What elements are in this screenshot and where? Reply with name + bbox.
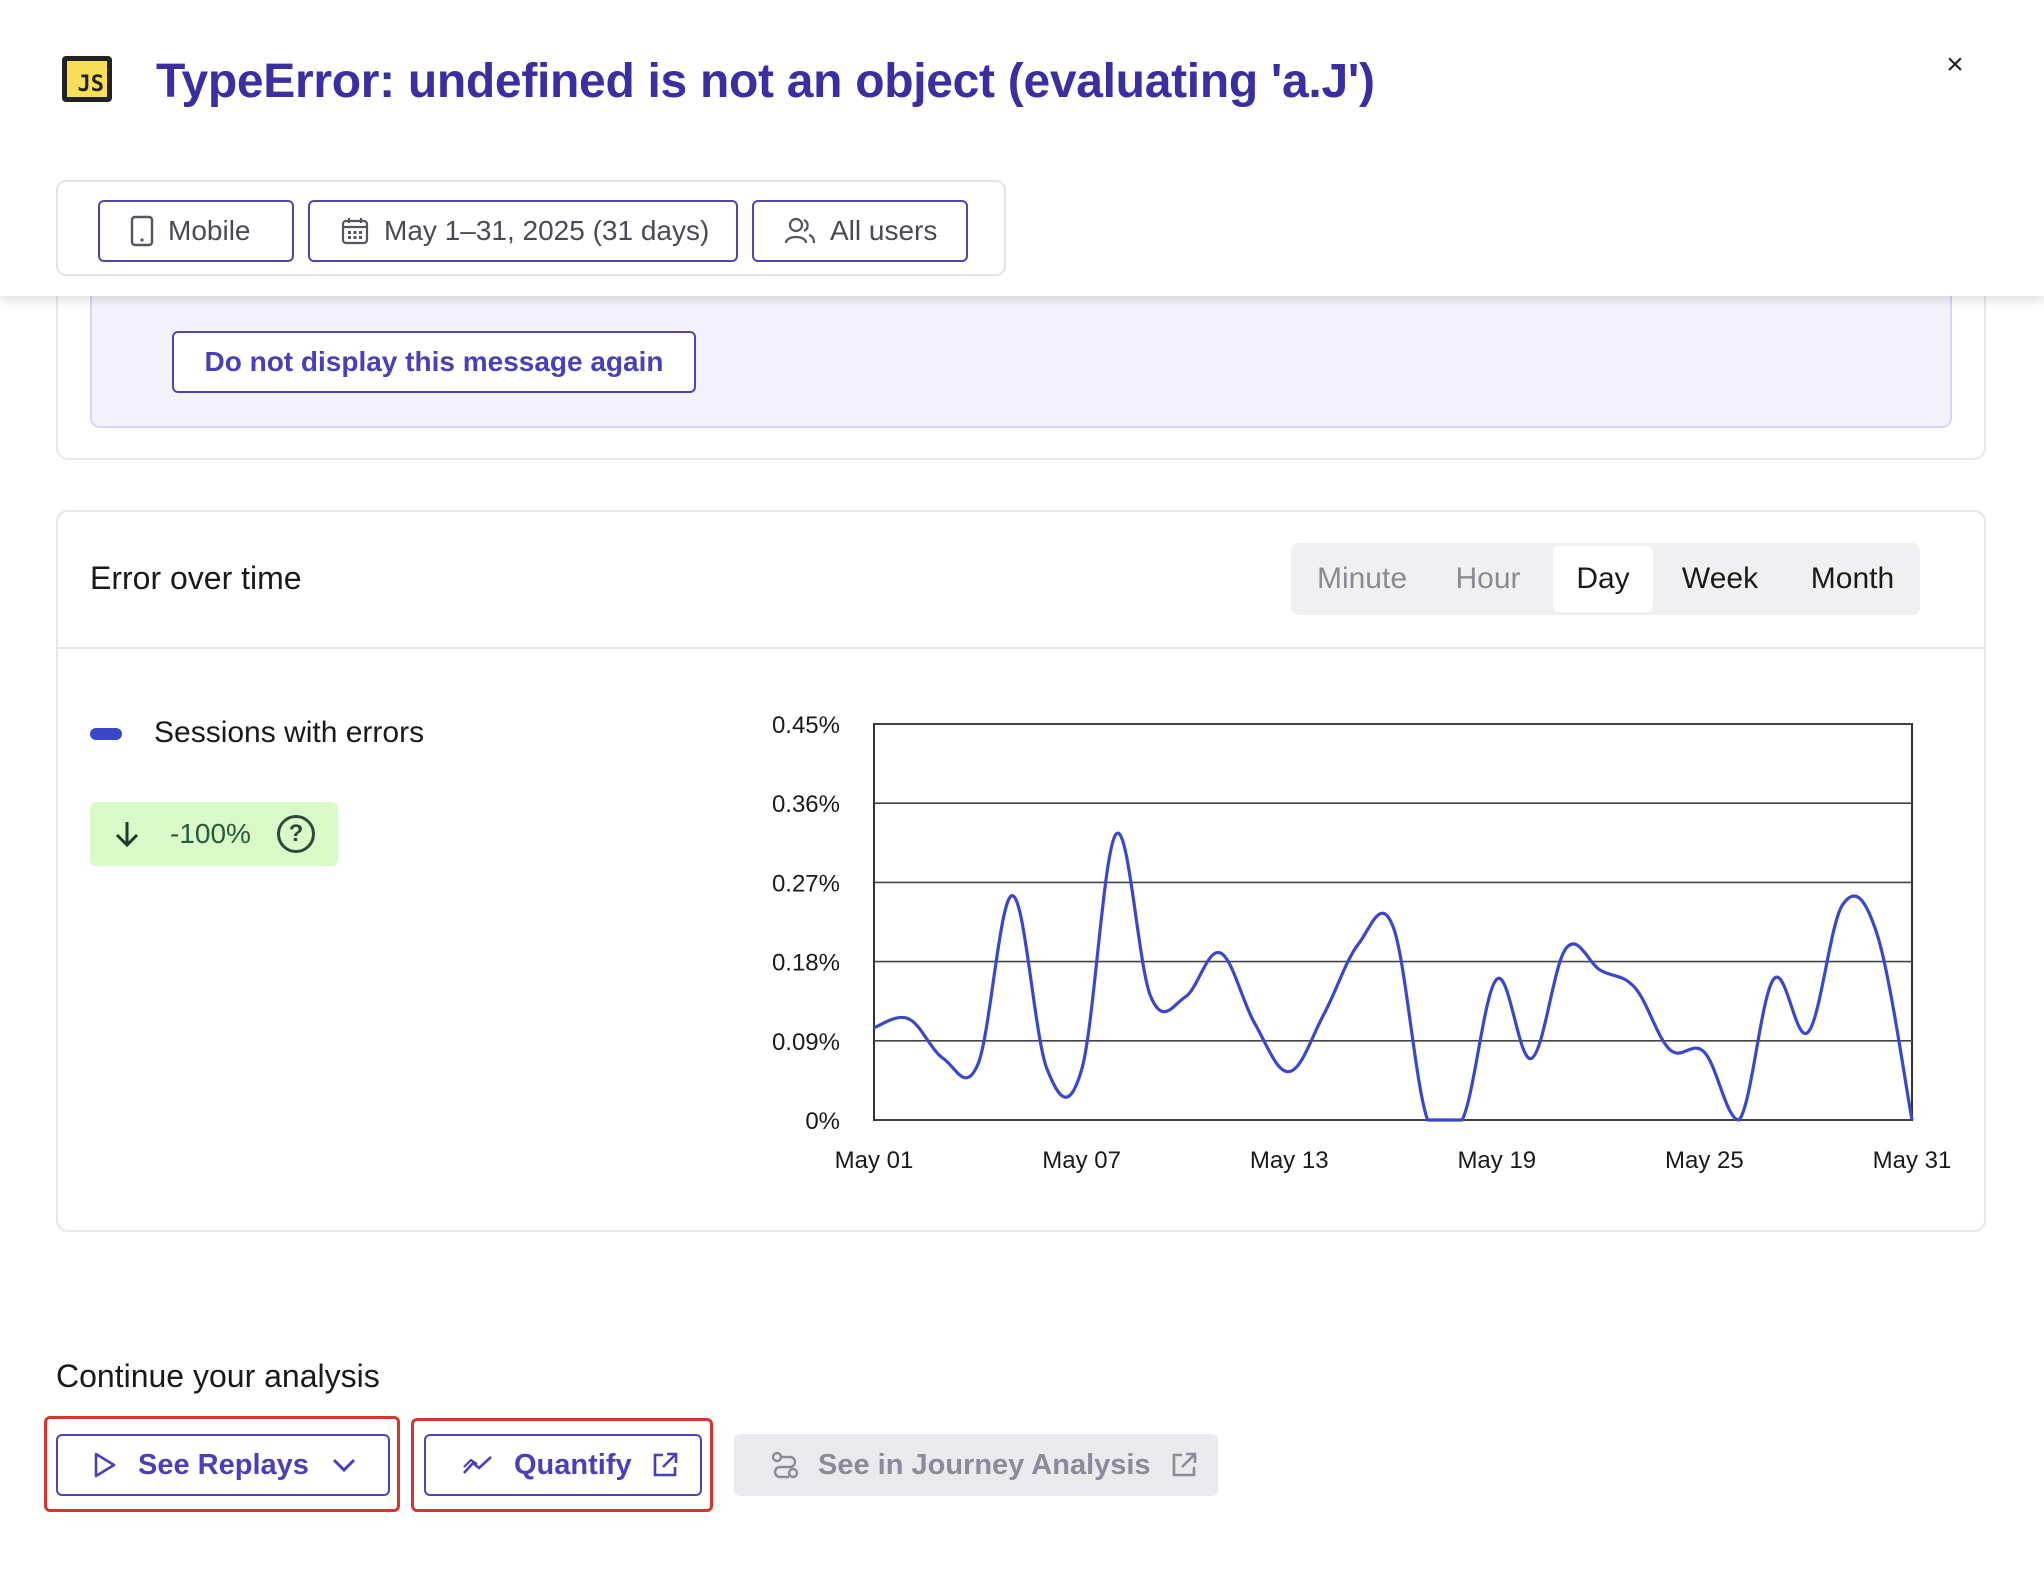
js-logo-text: JS xyxy=(77,72,105,97)
legend-swatch xyxy=(90,728,122,740)
arrow-down-icon xyxy=(112,818,146,850)
trend-value: -100% xyxy=(170,818,251,849)
y-tick-label: 0.27% xyxy=(772,870,840,897)
error-title: TypeError: undefined is not an object (e… xyxy=(156,55,1375,108)
granularity-selector: Minute Hour Day Week Month xyxy=(1291,543,1920,615)
granularity-hour[interactable]: Hour xyxy=(1433,543,1543,615)
quantify-button[interactable]: Quantify xyxy=(424,1434,702,1496)
trend-chart-icon xyxy=(463,1456,492,1474)
dismiss-message-button[interactable]: Do not display this message again xyxy=(172,331,696,393)
js-logo: JS xyxy=(62,56,112,102)
users-icon xyxy=(784,217,816,244)
external-link-icon xyxy=(653,1452,677,1477)
x-tick-label: May 07 xyxy=(1042,1147,1121,1174)
play-icon xyxy=(94,1452,116,1478)
x-tick-label: May 01 xyxy=(835,1147,914,1174)
date-filter-button[interactable]: May 1–31, 2025 (31 days) xyxy=(308,200,738,262)
y-tick-label: 0.36% xyxy=(772,791,840,818)
card-divider xyxy=(56,647,1986,649)
x-tick-label: May 19 xyxy=(1457,1147,1536,1174)
quantify-label: Quantify xyxy=(514,1448,632,1481)
x-tick-label: May 13 xyxy=(1250,1147,1329,1174)
close-icon[interactable]: × xyxy=(1938,48,1972,82)
continue-analysis-title: Continue your analysis xyxy=(56,1358,380,1394)
users-filter-label: All users xyxy=(830,215,938,246)
calendar-icon xyxy=(341,218,369,245)
trend-badge: -100% ? xyxy=(90,802,338,866)
y-tick-label: 0.09% xyxy=(772,1029,840,1056)
device-filter-label: Mobile xyxy=(168,215,251,246)
granularity-week[interactable]: Week xyxy=(1655,543,1785,615)
date-filter-label: May 1–31, 2025 (31 days) xyxy=(384,215,710,246)
plot-area xyxy=(873,723,1913,1121)
filter-bar: Mobile May 1–31, 2025 (31 days) All user… xyxy=(56,180,1006,276)
y-tick-label: 0.18% xyxy=(772,950,840,977)
journey-analysis-button[interactable]: See in Journey Analysis xyxy=(734,1434,1218,1496)
x-tick-label: May 31 xyxy=(1873,1147,1952,1174)
users-filter-button[interactable]: All users xyxy=(752,200,968,262)
x-tick-label: May 25 xyxy=(1665,1147,1744,1174)
y-tick-label: 0.45% xyxy=(772,712,840,739)
granularity-minute[interactable]: Minute xyxy=(1291,543,1433,615)
modal-header: JS TypeError: undefined is not an object… xyxy=(0,0,2044,296)
see-replays-button[interactable]: See Replays xyxy=(56,1434,390,1496)
y-tick-label: 0% xyxy=(805,1108,840,1135)
chart-card-title: Error over time xyxy=(90,560,302,596)
granularity-day[interactable]: Day xyxy=(1553,546,1653,612)
journey-analysis-label: See in Journey Analysis xyxy=(818,1448,1151,1481)
see-replays-label: See Replays xyxy=(138,1448,309,1481)
device-filter-button[interactable]: Mobile xyxy=(98,200,294,262)
external-link-icon xyxy=(1172,1452,1196,1477)
granularity-month[interactable]: Month xyxy=(1785,543,1920,615)
chevron-down-icon[interactable] xyxy=(331,1456,357,1474)
journey-icon xyxy=(771,1451,799,1479)
legend-label: Sessions with errors xyxy=(154,716,425,749)
mobile-icon xyxy=(130,215,154,247)
help-icon[interactable]: ? xyxy=(276,815,315,853)
error-line-chart: 0% 0.09% 0.18% 0.27% 0.36% 0.45% May 01 May 07 M… xyxy=(772,712,1952,1174)
